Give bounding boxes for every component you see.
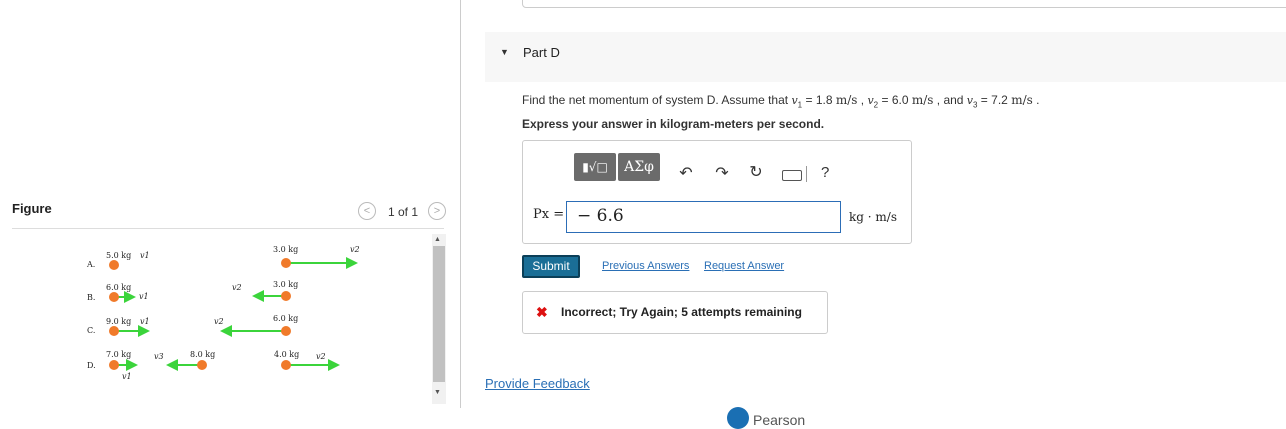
system-b-mass-1: 6.0 kg bbox=[106, 283, 131, 292]
system-b-mass-2: 3.0 kg bbox=[273, 280, 298, 289]
system-c-ball-1 bbox=[109, 326, 119, 336]
system-b-ball-1 bbox=[109, 292, 119, 302]
system-d: D. 7.0 kg v1 8.0 kg v3 4.0 kg v2 bbox=[87, 350, 340, 381]
instruction-text: Express your answer in kilogram-meters p… bbox=[522, 117, 825, 131]
system-a-label: A. bbox=[86, 260, 95, 269]
system-c: C. 9.0 kg v1 6.0 kg v2 bbox=[87, 314, 298, 337]
figure-title: Figure bbox=[12, 201, 52, 216]
system-a-ball-2 bbox=[281, 258, 291, 268]
keyboard-icon[interactable] bbox=[782, 170, 802, 181]
provide-feedback-link[interactable]: Provide Feedback bbox=[485, 376, 590, 391]
pearson-logo-icon bbox=[727, 407, 749, 429]
toolbar-separator bbox=[806, 166, 807, 182]
system-d-ball-1 bbox=[109, 360, 119, 370]
greek-symbols-button[interactable]: ΑΣφ bbox=[618, 153, 660, 181]
pearson-brand: Pearson bbox=[753, 412, 806, 428]
system-a-velocity-2: v2 bbox=[350, 245, 360, 254]
scroll-thumb[interactable] bbox=[433, 246, 445, 382]
submit-button[interactable]: Submit bbox=[522, 255, 580, 278]
templates-button[interactable]: ▮√□ bbox=[574, 153, 616, 181]
system-c-ball-2 bbox=[281, 326, 291, 336]
part-label[interactable]: Part D bbox=[523, 45, 560, 60]
system-c-mass-2: 6.0 kg bbox=[273, 314, 298, 323]
system-d-ball-3 bbox=[281, 360, 291, 370]
system-a-mass-2: 3.0 kg bbox=[273, 245, 298, 254]
figure-diagram: A. 5.0 kg v1 3.0 kg v2 B. 6.0 kg v1 3.0 … bbox=[86, 245, 360, 381]
system-a-velocity-1: v1 bbox=[140, 251, 150, 260]
incorrect-icon: ✖ bbox=[536, 304, 548, 320]
redo-icon[interactable]: ↷ bbox=[712, 163, 732, 183]
previous-answers-link[interactable]: Previous Answers bbox=[602, 260, 689, 272]
system-d-mass-2: 8.0 kg bbox=[190, 350, 215, 359]
system-c-velocity-1: v1 bbox=[140, 317, 150, 326]
system-c-velocity-2: v2 bbox=[214, 317, 224, 326]
system-d-velocity-1: v1 bbox=[122, 372, 132, 381]
system-d-ball-2 bbox=[197, 360, 207, 370]
system-c-label: C. bbox=[87, 326, 95, 335]
reset-icon[interactable]: ↻ bbox=[746, 162, 766, 182]
system-b-label: B. bbox=[87, 293, 95, 302]
system-b-velocity-2: v2 bbox=[232, 283, 242, 292]
pane-divider[interactable] bbox=[460, 0, 461, 408]
collapse-caret-icon[interactable]: ▼ bbox=[500, 47, 509, 57]
answer-unit: kg · m/s bbox=[849, 210, 897, 224]
system-b: B. 6.0 kg v1 3.0 kg v2 bbox=[87, 280, 298, 303]
system-d-velocity-3: v2 bbox=[316, 352, 326, 361]
question-text: Find the net momentum of system D. Assum… bbox=[522, 93, 1040, 110]
answer-input[interactable]: − 6.6 bbox=[566, 201, 841, 233]
system-a-ball-1 bbox=[109, 260, 119, 270]
part-header[interactable] bbox=[485, 32, 1286, 82]
help-button[interactable]: ? bbox=[821, 164, 829, 181]
system-a: A. 5.0 kg v1 3.0 kg v2 bbox=[86, 245, 360, 270]
figure-divider bbox=[12, 228, 444, 229]
feedback-text: Incorrect; Try Again; 5 attempts remaini… bbox=[561, 305, 802, 319]
system-d-label: D. bbox=[87, 361, 96, 370]
prev-figure-button[interactable]: < bbox=[358, 202, 376, 220]
undo-icon[interactable]: ↶ bbox=[676, 163, 696, 183]
system-b-velocity-1: v1 bbox=[139, 292, 149, 301]
system-d-mass-3: 4.0 kg bbox=[274, 350, 299, 359]
system-d-mass-1: 7.0 kg bbox=[106, 350, 131, 359]
answer-label: Px = bbox=[533, 207, 565, 222]
system-c-mass-1: 9.0 kg bbox=[106, 317, 131, 326]
system-b-ball-2 bbox=[281, 291, 291, 301]
scroll-down-icon[interactable]: ▼ bbox=[434, 389, 441, 396]
next-figure-button[interactable]: > bbox=[428, 202, 446, 220]
scroll-up-icon[interactable]: ▲ bbox=[434, 236, 441, 243]
previous-part-box bbox=[522, 0, 1286, 8]
system-a-mass-1: 5.0 kg bbox=[106, 251, 131, 260]
figure-page-count: 1 of 1 bbox=[388, 205, 419, 219]
request-answer-link[interactable]: Request Answer bbox=[704, 260, 784, 272]
system-d-velocity-2: v3 bbox=[154, 352, 164, 361]
